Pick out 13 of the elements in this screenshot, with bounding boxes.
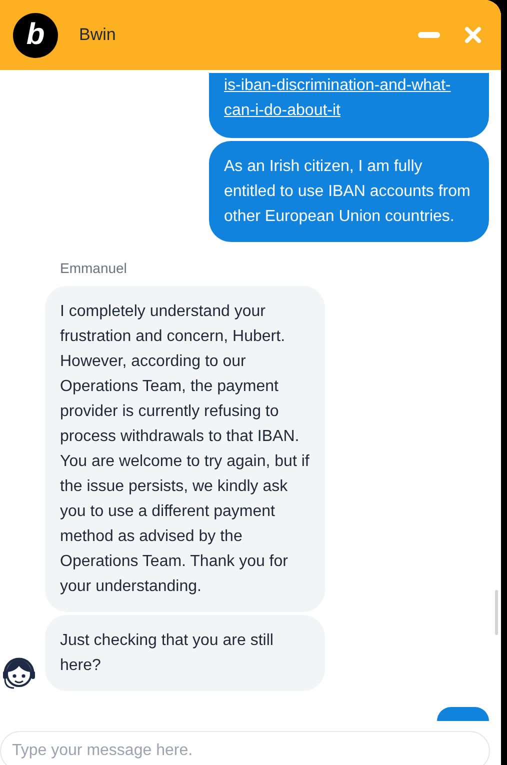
close-button[interactable] xyxy=(463,25,483,45)
message-input[interactable]: Type your message here. xyxy=(0,731,490,765)
scrollbar[interactable] xyxy=(495,590,498,635)
message-text: As an Irish citizen, I am fully entitled to use IBAN accounts from other European Union countries. xyxy=(224,158,470,225)
brand-logo: b xyxy=(13,12,58,58)
message-bubble xyxy=(437,707,489,721)
sender-name: Emmanuel xyxy=(60,259,128,278)
window-title: Bwin xyxy=(79,24,116,46)
close-icon xyxy=(465,27,481,43)
message-text: Just checking that you are still here? xyxy=(60,632,274,674)
message-text: I completely understand your frustration and concern, Hubert. However, according to our Operations Team, the payment provider is currently refusing to process withdrawals to that IBAN. You are welcome to try again, but if the issue persists, we kindly ask you to use a different payment method as advised by the Operations Team. Thank you for your understanding. xyxy=(60,303,310,595)
minimize-icon xyxy=(418,32,440,38)
message-link[interactable]: is-iban-discrimination-and-what-can-i-do-about-it xyxy=(224,73,474,123)
